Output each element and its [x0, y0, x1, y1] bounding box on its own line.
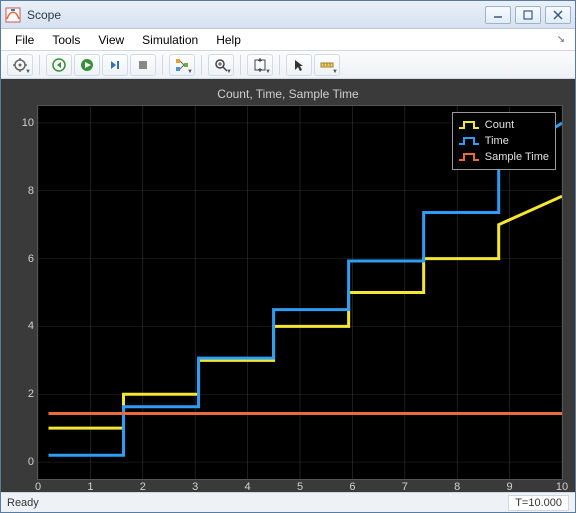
zoom-button[interactable]: ▼ — [208, 54, 234, 76]
run-button[interactable] — [74, 54, 100, 76]
x-tick-label: 2 — [140, 481, 146, 493]
app-icon — [5, 7, 21, 23]
legend-item[interactable]: Time — [459, 133, 549, 149]
chart-title: Count, Time, Sample Time — [7, 85, 569, 103]
menu-help[interactable]: Help — [208, 31, 249, 49]
x-tick-label: 7 — [402, 481, 408, 493]
x-axis-ticks: 012345678910 — [38, 481, 562, 497]
x-tick-label: 9 — [507, 481, 513, 493]
maximize-button[interactable] — [515, 6, 541, 24]
y-axis-ticks: 0 2 4 6 8 10 — [10, 106, 36, 479]
window-controls — [485, 6, 571, 24]
plot-frame[interactable]: 0246810 012345678910 CountTimeSample Tim… — [37, 105, 563, 480]
legend-swatch — [459, 136, 479, 146]
legend-label: Sample Time — [485, 151, 549, 163]
step-forward-button[interactable] — [102, 54, 128, 76]
status-ready: Ready — [7, 497, 39, 509]
legend-swatch — [459, 120, 479, 130]
menu-view[interactable]: View — [90, 31, 132, 49]
toolbar: ▼ ▼ ▼ ▼ ▼ — [1, 51, 575, 79]
legend-label: Count — [485, 119, 514, 131]
autoscale-button[interactable]: ▼ — [247, 54, 273, 76]
x-tick-label: 1 — [87, 481, 93, 493]
settings-button[interactable]: ▼ — [7, 54, 33, 76]
x-tick-label: 8 — [454, 481, 460, 493]
y-tick-label: 4 — [8, 320, 34, 332]
y-tick-label: 6 — [8, 253, 34, 265]
y-tick-label: 10 — [8, 117, 34, 129]
x-tick-label: 3 — [192, 481, 198, 493]
x-tick-label: 10 — [556, 481, 568, 493]
toolbar-separator — [279, 55, 280, 75]
menu-expand-icon[interactable]: ↘ — [557, 34, 569, 45]
x-tick-label: 5 — [297, 481, 303, 493]
menubar: File Tools View Simulation Help ↘ — [1, 29, 575, 51]
toolbar-separator — [201, 55, 202, 75]
plot-area: Count, Time, Sample Time 0 2 4 6 8 10 0 1 2 3 4 5 6… — [1, 79, 575, 492]
legend-item[interactable]: Count — [459, 117, 549, 133]
y-tick-label: 8 — [8, 185, 34, 197]
legend-label: Time — [485, 135, 509, 147]
signals-button[interactable]: ▼ — [169, 54, 195, 76]
x-tick-label: 6 — [349, 481, 355, 493]
y-tick-label: 0 — [8, 456, 34, 468]
step-back-button[interactable] — [46, 54, 72, 76]
menu-tools[interactable]: Tools — [44, 31, 88, 49]
close-button[interactable] — [545, 6, 571, 24]
toolbar-separator — [240, 55, 241, 75]
titlebar: Scope — [1, 1, 575, 29]
scope-window: Scope File Tools View Simulation Help ↘ … — [0, 0, 576, 513]
x-tick-label: 4 — [245, 481, 251, 493]
cursor-button[interactable] — [286, 54, 312, 76]
window-title: Scope — [27, 8, 485, 22]
menu-simulation[interactable]: Simulation — [134, 31, 206, 49]
menu-file[interactable]: File — [7, 31, 42, 49]
legend-swatch — [459, 152, 479, 162]
x-tick-label: 0 — [35, 481, 41, 493]
legend-item[interactable]: Sample Time — [459, 149, 549, 165]
y-tick-label: 2 — [8, 388, 34, 400]
stop-button[interactable] — [130, 54, 156, 76]
legend[interactable]: Count Time Sample Time — [452, 112, 556, 170]
toolbar-separator — [162, 55, 163, 75]
measure-button[interactable]: ▼ — [314, 54, 340, 76]
minimize-button[interactable] — [485, 6, 511, 24]
toolbar-separator — [39, 55, 40, 75]
